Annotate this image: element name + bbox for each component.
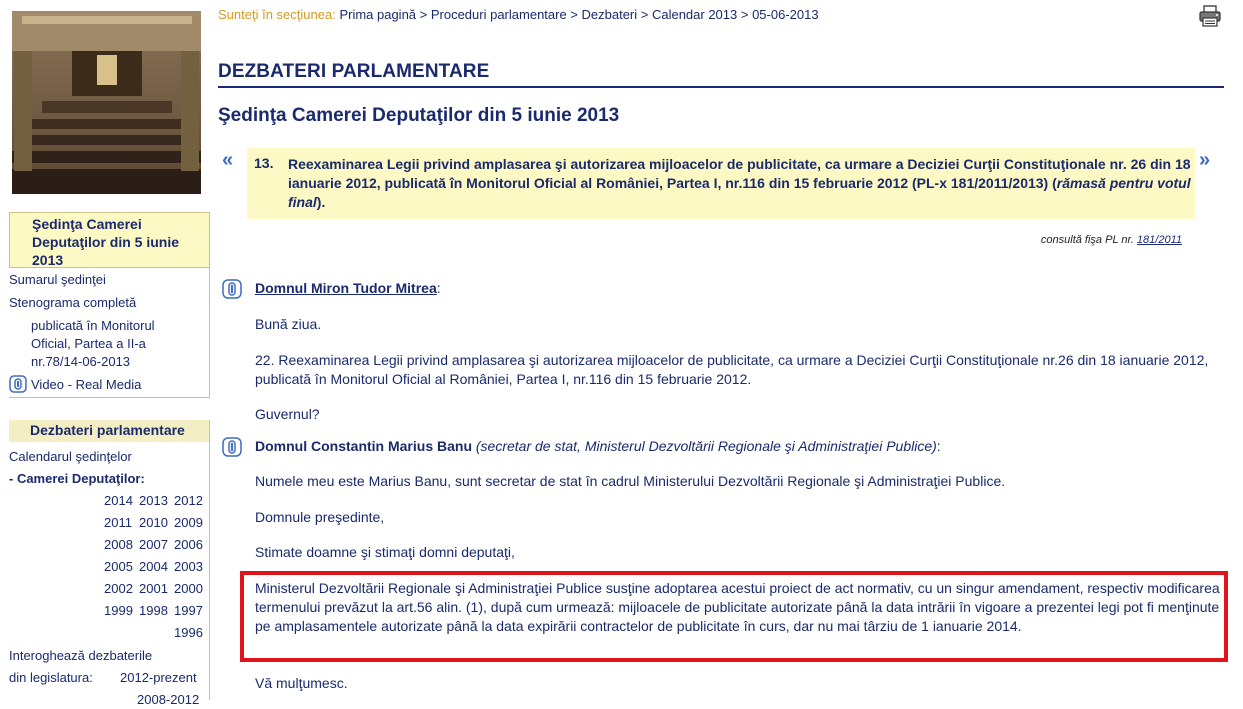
double-chevron-left-icon[interactable]: « [222, 150, 233, 170]
monitor-link-line-3[interactable]: nr.78/14-06-2013 [31, 353, 130, 371]
year-link-2010[interactable]: 2010 [139, 514, 168, 532]
video-icon[interactable] [222, 279, 242, 299]
printer-icon[interactable] [1198, 5, 1222, 32]
breadcrumb: Sunteţi în secţiunea: Prima pagină > Pro… [218, 7, 819, 23]
paragraph-1: Bună ziua. [255, 316, 322, 332]
monitor-link-line-2[interactable]: Oficial, Partea a II-a [31, 335, 146, 353]
year-link-1996[interactable]: 1996 [174, 624, 203, 642]
year-link-2001[interactable]: 2001 [139, 580, 168, 598]
agenda-item-number: 13. [254, 155, 274, 171]
session-title: Şedinţa Camerei Deputaţilor din 5 iunie … [218, 105, 620, 126]
year-link-2008[interactable]: 2008 [104, 536, 133, 554]
double-chevron-right-icon[interactable]: » [1199, 150, 1210, 170]
year-link-2004[interactable]: 2004 [139, 558, 168, 576]
speaker-1-colon: : [436, 280, 441, 296]
year-link-1998[interactable]: 1998 [139, 602, 168, 620]
year-link-2002[interactable]: 2002 [104, 580, 133, 598]
speaker-2-colon: : [936, 438, 941, 454]
debates-header-label: Dezbateri parlamentare [30, 422, 185, 438]
year-link-2012[interactable]: 2012 [174, 492, 203, 510]
summary-link[interactable]: Sumarul şedinţei [9, 271, 106, 289]
legislature-current-link[interactable]: 2012-prezent [120, 669, 197, 687]
paragraph-5: Domnule preşedinte, [255, 509, 385, 525]
year-link-2005[interactable]: 2005 [104, 558, 133, 576]
year-link-2011[interactable]: 2011 [104, 514, 132, 532]
paragraph-2: 22. Reexaminarea Legii privind amplasare… [255, 352, 1209, 387]
paragraph-8: Vă mulţumesc. [255, 675, 348, 691]
video-link[interactable]: Video - Real Media [31, 376, 141, 394]
speaker-2-role: (secretar de stat, Ministerul Dezvoltări… [475, 438, 937, 454]
highlight-annotation-box [240, 571, 1228, 662]
paragraph-4: Numele meu este Marius Banu, sunt secret… [255, 473, 1006, 489]
monitor-link-line-1[interactable]: publicată în Monitorul [31, 317, 155, 335]
video-icon[interactable] [9, 375, 27, 393]
year-link-2009[interactable]: 2009 [174, 514, 203, 532]
agenda-item-paren-open: ( [1048, 175, 1057, 191]
year-link-2014[interactable]: 2014 [104, 492, 133, 510]
paragraph-3: Guvernul? [255, 406, 320, 422]
current-session-box: Şedinţa Camerei Deputaţilor din 5 iunie … [9, 212, 210, 268]
speaker-2-line: Domnul Constantin Marius Banu (secretar … [255, 437, 1223, 456]
current-session-label: Şedinţa Camerei Deputaţilor din 5 iunie … [32, 216, 180, 268]
speaker-1-line: Domnul Miron Tudor Mitrea: [255, 279, 1223, 298]
speaker-2-name: Domnul Constantin Marius Banu [255, 438, 472, 454]
calendar-link[interactable]: Calendarul şedinţelor [9, 448, 132, 466]
agenda-item-text: Reexaminarea Legii privind amplasarea şi… [288, 155, 1193, 212]
chamber-label: - Camerei Deputaţilor: [9, 471, 145, 486]
agenda-item-paren-close: ). [316, 194, 326, 210]
legislature-2008-link[interactable]: 2008-2012 [137, 691, 199, 709]
debates-header: Dezbateri parlamentare [9, 420, 210, 442]
video-icon[interactable] [222, 437, 242, 457]
section-title-rule [218, 86, 1224, 88]
year-link-2013[interactable]: 2013 [139, 492, 168, 510]
debates-panel: Calendarul şedinţelor - Camerei Deputaţi… [9, 442, 210, 707]
query-debates-label: Interoghează dezbaterile [9, 648, 153, 663]
paragraph-6: Stimate doamne şi stimaţi domni deputaţi… [255, 544, 515, 560]
year-link-2007[interactable]: 2007 [139, 536, 168, 554]
section-title: DEZBATERI PARLAMENTARE [218, 61, 490, 82]
breadcrumb-path[interactable]: Prima pagină > Proceduri parlamentare > … [339, 7, 818, 22]
session-links-panel: Sumarul şedinţei Stenograma completă pub… [9, 268, 210, 398]
year-link-1999[interactable]: 1999 [104, 602, 133, 620]
chamber-photo [12, 11, 201, 194]
year-link-2003[interactable]: 2003 [174, 558, 203, 576]
consult-file-note: consultă fişa PL nr. 181/2011 [1041, 234, 1182, 246]
stenogram-link[interactable]: Stenograma completă [9, 294, 136, 312]
consult-file-link[interactable]: 181/2011 [1137, 234, 1182, 246]
breadcrumb-prefix: Sunteţi în secţiunea: [218, 7, 336, 22]
consult-label: consultă fişa PL nr. [1040, 234, 1134, 246]
legislature-label: din legislatura: [9, 670, 93, 685]
year-link-2000[interactable]: 2000 [174, 580, 203, 598]
speaker-1-link[interactable]: Domnul Miron Tudor Mitrea [255, 280, 437, 296]
year-link-2006[interactable]: 2006 [174, 536, 203, 554]
year-link-1997[interactable]: 1997 [174, 602, 203, 620]
